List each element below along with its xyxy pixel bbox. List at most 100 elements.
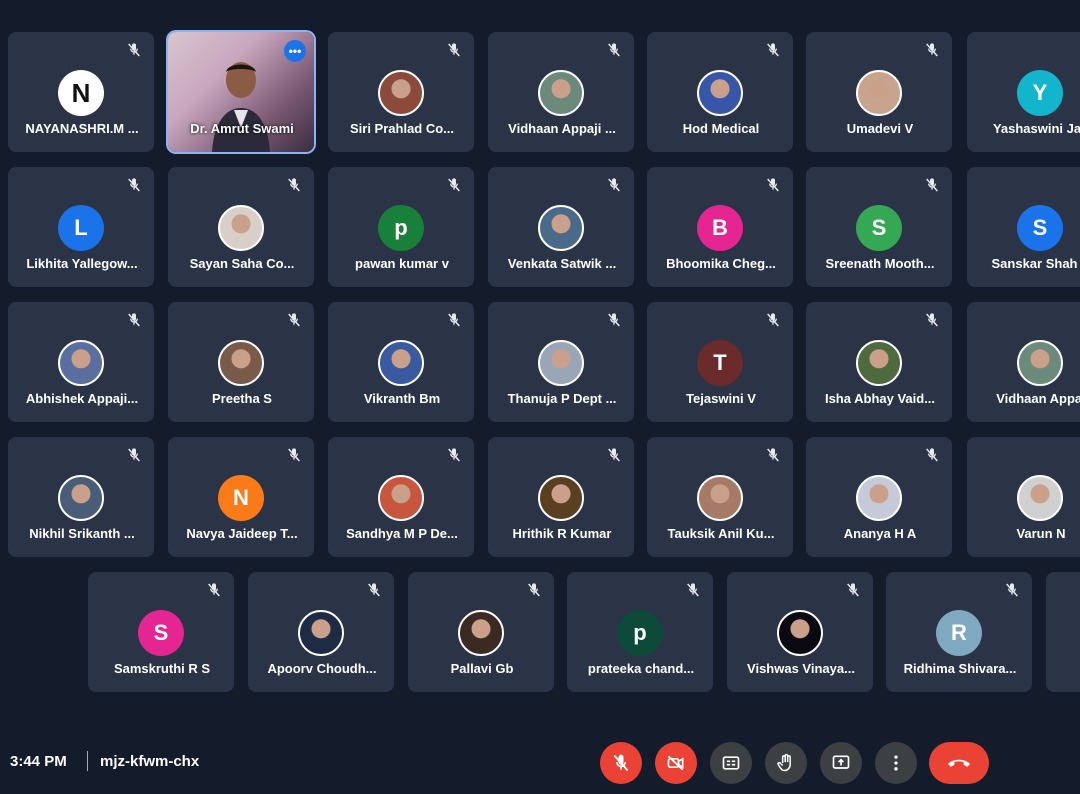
participant-name: Vidhaan Appaji ... xyxy=(508,121,616,136)
participant-tile[interactable]: Preetha S xyxy=(168,302,314,422)
avatar-photo xyxy=(298,610,344,656)
avatar-photo xyxy=(538,70,584,116)
participant-tile[interactable]: L Likhita Yallegow... xyxy=(8,167,154,287)
captions-button[interactable] xyxy=(710,742,752,784)
mic-muted-icon xyxy=(1006,583,1018,597)
participant-tile[interactable]: Vidhaan Appaji ... xyxy=(488,32,634,152)
participant-tile[interactable]: Y Yashaswini Jan xyxy=(967,32,1080,152)
avatar-initial: S xyxy=(138,610,184,656)
participant-tile[interactable]: Hrithik R Kumar xyxy=(488,437,634,557)
camera-off-icon xyxy=(667,755,684,771)
more-options-button[interactable] xyxy=(875,742,917,784)
avatar-photo xyxy=(58,340,104,386)
participant-name: Preetha S xyxy=(212,391,272,406)
participant-name: Vidhaan Appaj xyxy=(996,391,1080,406)
participant-name: Pallavi Gb xyxy=(450,661,514,676)
avatar-photo xyxy=(218,340,264,386)
mic-muted-icon xyxy=(208,583,220,597)
participant-name: Hrithik R Kumar xyxy=(512,526,612,541)
participant-tile[interactable]: N Navya Jaideep T... xyxy=(168,437,314,557)
present-screen-button[interactable] xyxy=(820,742,862,784)
participant-tile[interactable]: p pawan kumar v xyxy=(328,167,474,287)
participant-tile[interactable]: Sandhya M P De... xyxy=(328,437,474,557)
avatar-photo xyxy=(378,340,424,386)
mic-toggle-button[interactable] xyxy=(600,742,642,784)
participant-tile[interactable]: R Ridhima Shivara... xyxy=(886,572,1032,692)
participant-tile[interactable]: S Sreenath Mooth... xyxy=(806,167,952,287)
participant-tile[interactable]: Apoorv Choudh... xyxy=(248,572,394,692)
mic-muted-icon xyxy=(448,448,460,462)
participant-tile[interactable]: Pallavi Gb xyxy=(408,572,554,692)
participant-tile[interactable]: Ais xyxy=(1046,572,1080,692)
participant-tile[interactable]: Vishwas Vinaya... xyxy=(727,572,873,692)
avatar-initial: p xyxy=(617,610,663,656)
mic-muted-icon xyxy=(687,583,699,597)
divider xyxy=(87,751,88,771)
participant-tile[interactable]: Ananya H A xyxy=(806,437,952,557)
mic-muted-icon xyxy=(767,448,779,462)
participant-tile[interactable]: Hod Medical xyxy=(647,32,793,152)
mic-muted-icon xyxy=(128,43,140,57)
raise-hand-icon xyxy=(777,753,791,772)
avatar-initial: T xyxy=(697,340,743,386)
avatar-photo xyxy=(538,340,584,386)
mic-muted-icon xyxy=(767,43,779,57)
participant-tile[interactable]: p prateeka chand... xyxy=(567,572,713,692)
participant-tile[interactable]: S Sanskar Shah C xyxy=(967,167,1080,287)
participant-name: NAYANASHRI.M ... xyxy=(25,121,139,136)
participant-tile[interactable]: Venkata Satwik ... xyxy=(488,167,634,287)
participant-tile[interactable]: Vikranth Bm xyxy=(328,302,474,422)
participant-name: Varun N xyxy=(1016,526,1066,541)
participant-tile[interactable]: N NAYANASHRI.M ... xyxy=(8,32,154,152)
participant-tile[interactable]: Thanuja P Dept ... xyxy=(488,302,634,422)
participant-tile[interactable]: Siri Prahlad Co... xyxy=(328,32,474,152)
mic-muted-icon xyxy=(608,178,620,192)
avatar-initial: R xyxy=(936,610,982,656)
meeting-code[interactable]: mjz-kfwm-chx xyxy=(100,753,199,770)
participant-name: Navya Jaideep T... xyxy=(186,526,298,541)
raise-hand-button[interactable] xyxy=(765,742,807,784)
participant-tile[interactable]: Tauksik Anil Ku... xyxy=(647,437,793,557)
avatar-photo xyxy=(378,475,424,521)
participant-tile[interactable]: Vidhaan Appaj xyxy=(967,302,1080,422)
mic-muted-icon xyxy=(368,583,380,597)
end-call-icon xyxy=(947,759,971,767)
participant-tile[interactable]: Sayan Saha Co... xyxy=(168,167,314,287)
participant-tile[interactable]: T Tejaswini V xyxy=(647,302,793,422)
participant-name: Siri Prahlad Co... xyxy=(349,121,455,136)
participant-tile[interactable]: Isha Abhay Vaid... xyxy=(806,302,952,422)
participant-tile[interactable]: S Samskruthi R S xyxy=(88,572,234,692)
participant-tile[interactable]: Abhishek Appaji... xyxy=(8,302,154,422)
avatar-photo xyxy=(378,70,424,116)
meeting-time: 3:44 PM xyxy=(10,753,67,770)
mic-muted-icon xyxy=(926,43,938,57)
participant-tile[interactable]: Nikhil Srikanth ... xyxy=(8,437,154,557)
avatar-photo xyxy=(856,475,902,521)
participant-name: Yashaswini Jan xyxy=(992,121,1080,136)
participant-tile[interactable]: Umadevi V xyxy=(806,32,952,152)
mic-off-icon xyxy=(613,754,629,772)
avatar-photo xyxy=(1017,475,1063,521)
mic-muted-icon xyxy=(608,448,620,462)
more-options-icon xyxy=(894,755,898,771)
end-call-button[interactable] xyxy=(929,742,989,784)
mic-muted-icon xyxy=(608,43,620,57)
mic-muted-icon xyxy=(128,313,140,327)
participant-name: Ais xyxy=(1056,661,1080,676)
mic-muted-icon xyxy=(926,448,938,462)
participant-name: Samskruthi R S xyxy=(113,661,211,676)
participant-tile[interactable]: Varun N xyxy=(967,437,1080,557)
avatar-photo xyxy=(458,610,504,656)
participant-name: Abhishek Appaji... xyxy=(25,391,139,406)
participant-tile[interactable]: B Bhoomika Cheg... xyxy=(647,167,793,287)
mic-muted-icon xyxy=(288,178,300,192)
participant-name: Vishwas Vinaya... xyxy=(747,661,855,676)
participant-tile[interactable]: ••• Dr. Amrut Swami xyxy=(168,32,314,152)
participant-name: Sayan Saha Co... xyxy=(189,256,295,271)
captions-icon xyxy=(722,756,740,770)
participant-name: Tauksik Anil Ku... xyxy=(667,526,775,541)
mic-muted-icon xyxy=(528,583,540,597)
camera-toggle-button[interactable] xyxy=(655,742,697,784)
avatar-initial: N xyxy=(58,70,104,116)
avatar-initial: Y xyxy=(1017,70,1063,116)
